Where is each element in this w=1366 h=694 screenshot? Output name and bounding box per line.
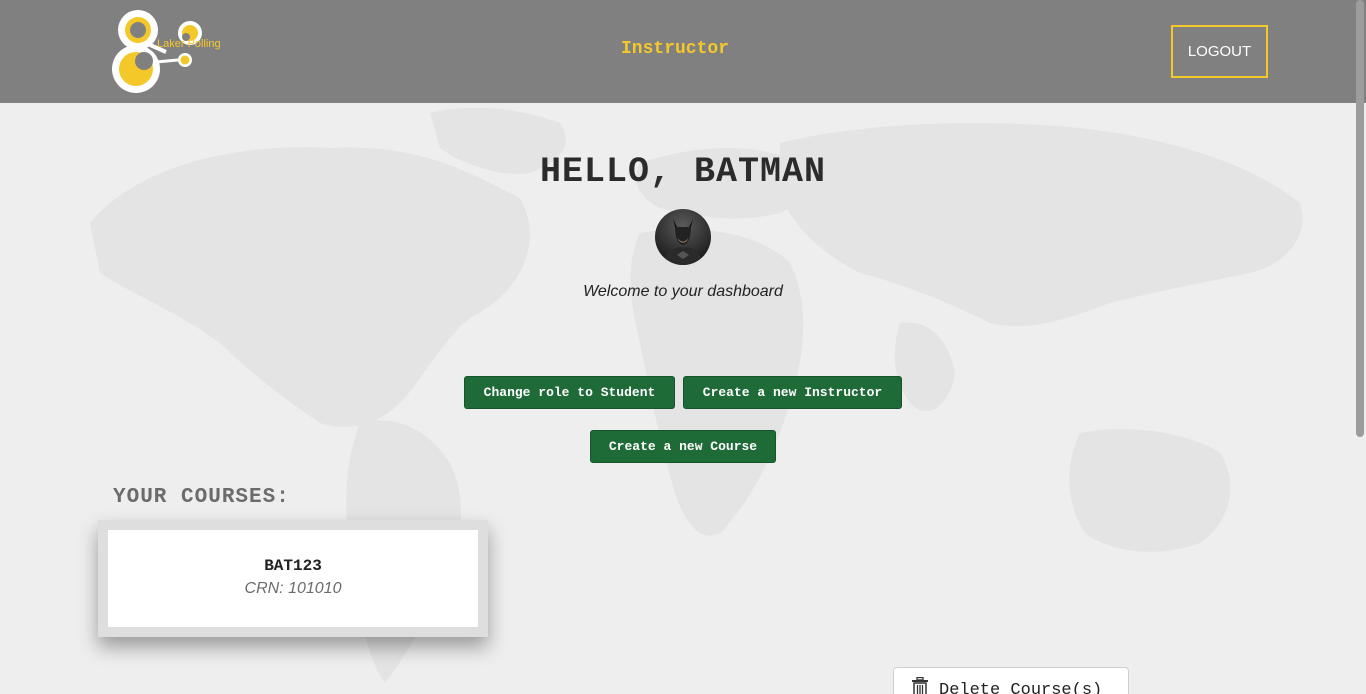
role-title: Instructor xyxy=(620,39,730,59)
delete-courses-label: Delete Course(s) xyxy=(939,681,1103,694)
create-instructor-button[interactable]: Create a new Instructor xyxy=(683,376,902,409)
logo-text: Laker Polling xyxy=(157,38,221,50)
courses-heading: YOUR COURSES: xyxy=(113,486,290,509)
batman-avatar-icon xyxy=(655,209,711,265)
course-card[interactable]: BAT123 CRN: 101010 xyxy=(108,530,478,627)
create-course-button[interactable]: Create a new Course xyxy=(590,430,776,463)
delete-courses-button[interactable]: Delete Course(s) xyxy=(893,667,1129,694)
course-card-frame: BAT123 CRN: 101010 xyxy=(98,520,488,637)
top-header: Laker Polling Instructor LOGOUT xyxy=(0,0,1366,103)
course-crn: CRN: 101010 xyxy=(244,580,342,597)
page-scrollbar[interactable] xyxy=(1356,0,1364,437)
trash-icon xyxy=(912,677,928,694)
change-role-button[interactable]: Change role to Student xyxy=(464,376,675,409)
course-code: BAT123 xyxy=(264,557,322,575)
greeting-heading: HELLO, BATMAN xyxy=(539,152,827,192)
laker-polling-logo[interactable] xyxy=(108,6,238,96)
welcome-text: Welcome to your dashboard xyxy=(583,283,783,300)
avatar xyxy=(655,209,711,265)
logout-button[interactable]: LOGOUT xyxy=(1171,25,1268,78)
